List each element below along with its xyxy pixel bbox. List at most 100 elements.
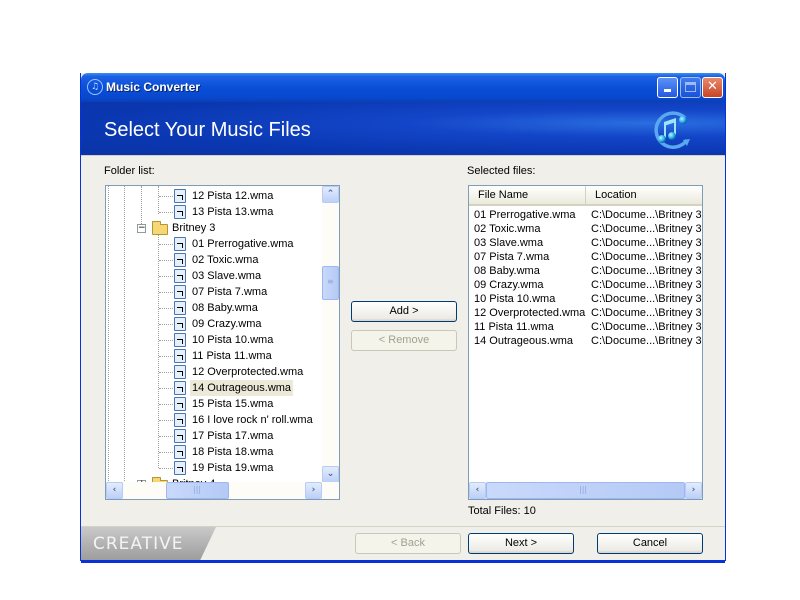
tree-guide-line — [159, 276, 173, 277]
folder-tree[interactable]: 12 Pista 12.wma 13 Pista 13.wma − Britney 3… — [105, 185, 340, 500]
scroll-down-button[interactable]: ⌄ — [322, 466, 339, 483]
table-row[interactable]: 14 Outrageous.wma C:\Docume...\Britney 3 — [469, 334, 702, 348]
table-row[interactable]: 12 Overprotected.wma C:\Docume...\Britney… — [469, 306, 702, 320]
tree-file-item[interactable]: 13 Pista 13.wma — [190, 204, 275, 220]
table-row[interactable]: 11 Pista 11.wma C:\Docume...\Britney 3 — [469, 320, 702, 334]
cancel-button[interactable]: Cancel — [597, 533, 703, 554]
file-name-cell: 12 Overprotected.wma — [474, 307, 586, 319]
tree-guide-line — [108, 186, 109, 483]
tree-guide-line — [159, 260, 173, 261]
folder-list-label: Folder list: — [104, 165, 155, 177]
grip-icon: ||| — [193, 485, 202, 494]
audio-file-icon — [174, 365, 186, 379]
tree-vertical-scrollbar[interactable]: ⌃ ≡ ⌄ — [322, 186, 339, 483]
tree-file-item[interactable]: 10 Pista 10.wma — [190, 332, 275, 348]
tree-file-item[interactable]: 19 Pista 19.wma — [190, 460, 275, 476]
table-row[interactable]: 03 Slave.wma C:\Docume...\Britney 3 — [469, 236, 702, 250]
location-cell: C:\Docume...\Britney 3 — [591, 307, 702, 319]
folder-icon — [152, 221, 168, 235]
column-header-file-name[interactable]: File Name — [469, 186, 586, 204]
scroll-right-button[interactable]: › — [305, 482, 322, 499]
tree-file-item[interactable]: 14 Outrageous.wma — [190, 380, 294, 396]
tree-guide-line — [159, 292, 173, 293]
tree-file-item[interactable]: 12 Overprotected.wma — [190, 364, 305, 380]
file-name-cell: 09 Crazy.wma — [474, 279, 544, 291]
audio-file-icon — [174, 189, 186, 203]
audio-file-icon — [174, 269, 186, 283]
tree-file-item[interactable]: 07 Pista 7.wma — [190, 284, 269, 300]
tree-file-item[interactable]: 17 Pista 17.wma — [190, 428, 275, 444]
table-row[interactable]: 01 Prerrogative.wma C:\Docume...\Britney … — [469, 208, 702, 222]
collapse-icon[interactable]: − — [137, 224, 146, 233]
location-cell: C:\Docume...\Britney 3 — [591, 265, 702, 277]
back-button-label: < Back — [391, 537, 425, 549]
audio-file-icon — [174, 301, 186, 315]
tree-file-item[interactable]: 03 Slave.wma — [190, 268, 263, 284]
list-horizontal-scrollbar[interactable]: ‹ ||| › — [469, 482, 702, 499]
creative-logo: CREATIVE — [81, 527, 216, 561]
tree-file-item[interactable]: 15 Pista 15.wma — [190, 396, 275, 412]
scroll-up-button[interactable]: ⌃ — [322, 186, 339, 203]
page-title: Select Your Music Files — [104, 119, 311, 141]
tree-file-item[interactable]: 12 Pista 12.wma — [190, 188, 275, 204]
tree-guide-line — [159, 196, 173, 197]
table-row[interactable]: 09 Crazy.wma C:\Docume...\Britney 3 — [469, 278, 702, 292]
location-cell: C:\Docume...\Britney 3 — [591, 251, 702, 263]
close-button[interactable]: ✕ — [702, 77, 723, 98]
next-button[interactable]: Next > — [468, 533, 574, 554]
tree-file-item[interactable]: 11 Pista 11.wma — [190, 348, 274, 364]
scroll-left-button[interactable]: ‹ — [469, 482, 486, 499]
tree-guide-line — [159, 436, 173, 437]
tree-file-item[interactable]: 09 Crazy.wma — [190, 316, 263, 332]
tree-file-item[interactable]: 18 Pista 18.wma — [190, 444, 275, 460]
audio-file-icon — [174, 381, 186, 395]
tree-file-item[interactable]: 01 Prerrogative.wma — [190, 236, 296, 252]
table-row[interactable]: 02 Toxic.wma C:\Docume...\Britney 3 — [469, 222, 702, 236]
close-icon: ✕ — [707, 79, 718, 94]
scroll-right-button[interactable]: › — [685, 482, 702, 499]
grip-icon: ≡ — [327, 277, 334, 286]
location-cell: C:\Docume...\Britney 3 — [591, 209, 702, 221]
tree-file-item[interactable]: 02 Toxic.wma — [190, 252, 260, 268]
brand-name: CREATIVE — [93, 534, 184, 554]
selected-files-label: Selected files: — [467, 165, 536, 177]
scroll-left-button[interactable]: ‹ — [106, 482, 123, 499]
file-name-cell: 10 Pista 10.wma — [474, 293, 556, 305]
table-row[interactable]: 10 Pista 10.wma C:\Docume...\Britney 3 — [469, 292, 702, 306]
location-cell: C:\Docume...\Britney 3 — [591, 279, 702, 291]
add-button-label: Add > — [389, 305, 419, 317]
file-name-cell: 03 Slave.wma — [474, 237, 544, 249]
table-row[interactable]: 07 Pista 7.wma C:\Docume...\Britney 3 — [469, 250, 702, 264]
audio-file-icon — [174, 445, 186, 459]
window-border — [81, 560, 725, 563]
audio-file-icon — [174, 285, 186, 299]
tree-folder-item[interactable]: Britney 3 — [170, 220, 217, 236]
location-cell: C:\Docume...\Britney 3 — [591, 335, 702, 347]
tree-guide-line — [159, 452, 173, 453]
add-button[interactable]: Add > — [351, 301, 457, 322]
tree-file-item[interactable]: 16 I love rock n' roll.wma — [190, 412, 315, 428]
audio-file-icon — [174, 253, 186, 267]
file-name-cell: 08 Baby.wma — [474, 265, 540, 277]
next-button-label: Next > — [504, 537, 538, 549]
column-header-location[interactable]: Location — [586, 186, 702, 204]
remove-button-label: < Remove — [378, 334, 430, 346]
audio-file-icon — [174, 461, 186, 475]
music-note-icon — [654, 111, 690, 149]
vertical-scroll-thumb[interactable]: ≡ — [322, 266, 339, 300]
minimize-button[interactable] — [657, 77, 678, 98]
cancel-button-label: Cancel — [632, 537, 668, 549]
tree-guide-line — [159, 468, 173, 469]
horizontal-scroll-thumb[interactable]: ||| — [166, 482, 229, 499]
list-header: File Name Location — [469, 186, 702, 206]
selected-files-list[interactable]: File Name Location 01 Prerrogative.wma C:… — [468, 185, 703, 500]
table-row[interactable]: 08 Baby.wma C:\Docume...\Britney 3 — [469, 264, 702, 278]
audio-file-icon — [174, 237, 186, 251]
title-bar[interactable]: ♫ Music Converter ✕ — [81, 73, 725, 102]
tree-guide-line — [159, 404, 173, 405]
tree-file-item[interactable]: 08 Baby.wma — [190, 300, 260, 316]
window-title: Music Converter — [106, 80, 201, 94]
tree-horizontal-scrollbar[interactable]: ‹ ||| › — [106, 482, 339, 499]
location-cell: C:\Docume...\Britney 3 — [591, 321, 702, 333]
horizontal-scroll-thumb[interactable]: ||| — [486, 482, 685, 499]
